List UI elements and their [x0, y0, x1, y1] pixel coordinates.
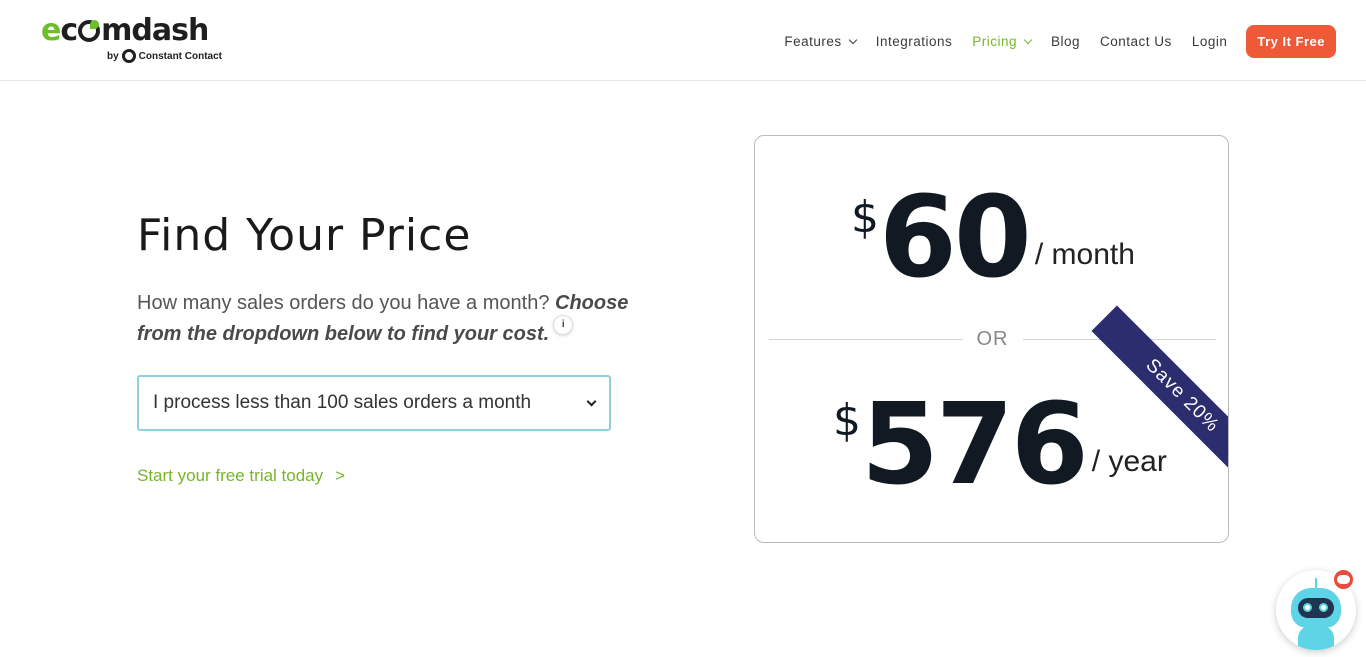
order-question: How many sales orders do you have a mont… [137, 288, 657, 350]
ecomdash-logo[interactable]: ec mdash by Constant Contact [41, 14, 231, 66]
bot-body [1298, 626, 1334, 650]
info-icon[interactable]: i [553, 315, 574, 335]
main-nav: Features Integrations Pricing Blog Conta… [764, 25, 1336, 58]
bot-antenna [1315, 578, 1317, 588]
logo-ring-icon [78, 20, 101, 42]
nav-login[interactable]: Login [1192, 34, 1228, 49]
chevron-down-icon [848, 35, 857, 44]
yearly-period: / year [1091, 445, 1167, 478]
order-volume-select[interactable]: I process less than 100 sales orders a m… [137, 375, 611, 431]
monthly-price: $ 60 / month [851, 182, 1135, 294]
nav-contact-us[interactable]: Contact Us [1100, 34, 1172, 49]
monthly-period: / month [1034, 238, 1135, 271]
chevron-down-icon [586, 396, 597, 406]
logo-byline: by Constant Contact [107, 49, 223, 63]
logo-wordmark: ec mdash [41, 13, 209, 48]
bot-face [1298, 598, 1334, 618]
currency-symbol: $ [851, 192, 879, 243]
chevron-down-icon [1023, 35, 1033, 44]
try-it-free-button[interactable]: Try It Free [1246, 25, 1336, 58]
free-trial-link-text: Start your free trial today [137, 466, 324, 485]
arrow-right-icon: > [335, 466, 346, 485]
site-header: ec mdash by Constant Contact Features Int… [0, 0, 1366, 81]
free-trial-link[interactable]: Start your free trial today > [137, 466, 345, 486]
yearly-amount: 576 [861, 380, 1089, 510]
question-text: How many sales orders do you have a mont… [137, 292, 555, 314]
bot-eye [1303, 603, 1312, 612]
nav-features[interactable]: Features [784, 34, 857, 49]
nav-blog[interactable]: Blog [1051, 34, 1080, 49]
page-title: Find Your Price [137, 210, 472, 261]
select-value: I process less than 100 sales orders a m… [153, 392, 532, 413]
divider-line [769, 338, 963, 340]
chat-bubble-icon[interactable] [1332, 568, 1355, 591]
or-text: OR [976, 327, 1009, 350]
nav-integrations[interactable]: Integrations [876, 34, 953, 49]
yearly-price: $ 576 / year [833, 389, 1167, 501]
constant-contact-icon [121, 49, 136, 63]
chatbot-icon [1291, 588, 1341, 628]
nav-pricing[interactable]: Pricing [972, 34, 1033, 49]
monthly-amount: 60 [879, 173, 1032, 303]
price-card: $ 60 / month OR $ 576 / year Save 20% [754, 135, 1229, 543]
currency-symbol: $ [833, 395, 861, 446]
bot-eye [1319, 603, 1328, 612]
